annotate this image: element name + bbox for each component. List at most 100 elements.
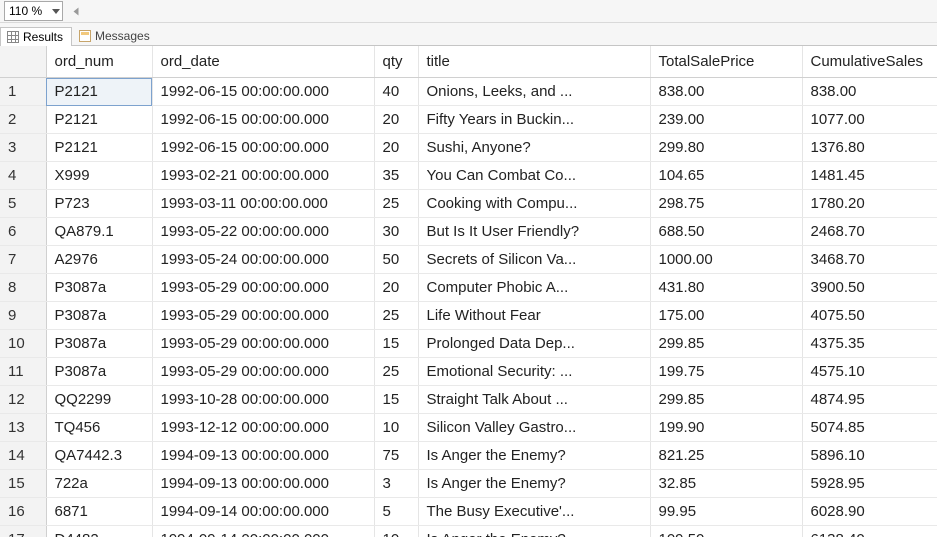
cell-cum[interactable]: 3468.70 xyxy=(802,246,937,274)
cell-cum[interactable]: 838.00 xyxy=(802,78,937,106)
cell-total[interactable]: 32.85 xyxy=(650,470,802,498)
cell-cum[interactable]: 3900.50 xyxy=(802,274,937,302)
cell-ord_date[interactable]: 1992-06-15 00:00:00.000 xyxy=(152,106,374,134)
cell-cum[interactable]: 6028.90 xyxy=(802,498,937,526)
table-row[interactable]: 11P3087a1993-05-29 00:00:00.00025Emotion… xyxy=(0,358,937,386)
cell-ord_num[interactable]: QQ2299 xyxy=(46,386,152,414)
table-row[interactable]: 12QQ22991993-10-28 00:00:00.00015Straigh… xyxy=(0,386,937,414)
table-row[interactable]: 13TQ4561993-12-12 00:00:00.00010Silicon … xyxy=(0,414,937,442)
rownum-cell[interactable]: 17 xyxy=(0,526,46,537)
cell-total[interactable]: 175.00 xyxy=(650,302,802,330)
cell-qty[interactable]: 25 xyxy=(374,358,418,386)
history-back-button[interactable] xyxy=(67,2,85,20)
rownum-cell[interactable]: 5 xyxy=(0,190,46,218)
cell-total[interactable]: 431.80 xyxy=(650,274,802,302)
cell-qty[interactable]: 15 xyxy=(374,330,418,358)
cell-ord_date[interactable]: 1994-09-13 00:00:00.000 xyxy=(152,442,374,470)
cell-ord_num[interactable]: P2121 xyxy=(46,134,152,162)
col-header-total[interactable]: TotalSalePrice xyxy=(650,46,802,78)
cell-cum[interactable]: 1780.20 xyxy=(802,190,937,218)
rownum-cell[interactable]: 15 xyxy=(0,470,46,498)
cell-ord_date[interactable]: 1993-05-24 00:00:00.000 xyxy=(152,246,374,274)
rownum-header[interactable] xyxy=(0,46,46,78)
cell-title[interactable]: Emotional Security: ... xyxy=(418,358,650,386)
cell-total[interactable]: 299.80 xyxy=(650,134,802,162)
cell-ord_date[interactable]: 1993-12-12 00:00:00.000 xyxy=(152,414,374,442)
cell-ord_num[interactable]: P2121 xyxy=(46,78,152,106)
rownum-cell[interactable]: 3 xyxy=(0,134,46,162)
cell-total[interactable]: 199.75 xyxy=(650,358,802,386)
rownum-cell[interactable]: 9 xyxy=(0,302,46,330)
cell-total[interactable]: 688.50 xyxy=(650,218,802,246)
col-header-title[interactable]: title xyxy=(418,46,650,78)
table-row[interactable]: 5P7231993-03-11 00:00:00.00025Cooking wi… xyxy=(0,190,937,218)
rownum-cell[interactable]: 8 xyxy=(0,274,46,302)
cell-total[interactable]: 298.75 xyxy=(650,190,802,218)
cell-title[interactable]: Life Without Fear xyxy=(418,302,650,330)
cell-ord_date[interactable]: 1992-06-15 00:00:00.000 xyxy=(152,78,374,106)
cell-title[interactable]: Computer Phobic A... xyxy=(418,274,650,302)
results-grid[interactable]: ord_num ord_date qty title TotalSalePric… xyxy=(0,46,937,537)
cell-ord_date[interactable]: 1993-02-21 00:00:00.000 xyxy=(152,162,374,190)
cell-qty[interactable]: 20 xyxy=(374,106,418,134)
cell-qty[interactable]: 40 xyxy=(374,78,418,106)
table-row[interactable]: 14QA7442.31994-09-13 00:00:00.00075Is An… xyxy=(0,442,937,470)
table-row[interactable]: 10P3087a1993-05-29 00:00:00.00015Prolong… xyxy=(0,330,937,358)
cell-cum[interactable]: 4575.10 xyxy=(802,358,937,386)
cell-qty[interactable]: 75 xyxy=(374,442,418,470)
cell-qty[interactable]: 25 xyxy=(374,302,418,330)
cell-ord_num[interactable]: QA879.1 xyxy=(46,218,152,246)
cell-cum[interactable]: 5896.10 xyxy=(802,442,937,470)
cell-ord_date[interactable]: 1992-06-15 00:00:00.000 xyxy=(152,134,374,162)
table-row[interactable]: 3P21211992-06-15 00:00:00.00020Sushi, An… xyxy=(0,134,937,162)
cell-cum[interactable]: 6138.40 xyxy=(802,526,937,537)
cell-qty[interactable]: 5 xyxy=(374,498,418,526)
cell-qty[interactable]: 30 xyxy=(374,218,418,246)
table-row[interactable]: 7A29761993-05-24 00:00:00.00050Secrets o… xyxy=(0,246,937,274)
cell-qty[interactable]: 20 xyxy=(374,274,418,302)
cell-ord_num[interactable]: X999 xyxy=(46,162,152,190)
col-header-qty[interactable]: qty xyxy=(374,46,418,78)
cell-title[interactable]: Is Anger the Enemy? xyxy=(418,442,650,470)
cell-qty[interactable]: 35 xyxy=(374,162,418,190)
rownum-cell[interactable]: 13 xyxy=(0,414,46,442)
cell-ord_date[interactable]: 1994-09-14 00:00:00.000 xyxy=(152,498,374,526)
cell-title[interactable]: Silicon Valley Gastro... xyxy=(418,414,650,442)
cell-title[interactable]: You Can Combat Co... xyxy=(418,162,650,190)
cell-title[interactable]: Straight Talk About ... xyxy=(418,386,650,414)
cell-ord_num[interactable]: QA7442.3 xyxy=(46,442,152,470)
rownum-cell[interactable]: 6 xyxy=(0,218,46,246)
rownum-cell[interactable]: 11 xyxy=(0,358,46,386)
col-header-cum[interactable]: CumulativeSales xyxy=(802,46,937,78)
zoom-select[interactable]: 110 % xyxy=(4,1,63,21)
cell-ord_date[interactable]: 1993-05-29 00:00:00.000 xyxy=(152,330,374,358)
table-row[interactable]: 1P21211992-06-15 00:00:00.00040Onions, L… xyxy=(0,78,937,106)
tab-results[interactable]: Results xyxy=(0,27,72,46)
cell-qty[interactable]: 20 xyxy=(374,134,418,162)
cell-ord_date[interactable]: 1993-05-29 00:00:00.000 xyxy=(152,358,374,386)
cell-title[interactable]: Is Anger the Enemy? xyxy=(418,526,650,537)
cell-ord_num[interactable]: P3087a xyxy=(46,358,152,386)
cell-ord_date[interactable]: 1993-10-28 00:00:00.000 xyxy=(152,386,374,414)
rownum-cell[interactable]: 14 xyxy=(0,442,46,470)
cell-title[interactable]: The Busy Executive'... xyxy=(418,498,650,526)
rownum-cell[interactable]: 2 xyxy=(0,106,46,134)
cell-ord_num[interactable]: P3087a xyxy=(46,274,152,302)
cell-title[interactable]: Cooking with Compu... xyxy=(418,190,650,218)
table-row[interactable]: 17D44821994-09-14 00:00:00.00010Is Anger… xyxy=(0,526,937,537)
cell-ord_num[interactable]: 6871 xyxy=(46,498,152,526)
cell-ord_num[interactable]: P3087a xyxy=(46,330,152,358)
cell-total[interactable]: 239.00 xyxy=(650,106,802,134)
cell-cum[interactable]: 4375.35 xyxy=(802,330,937,358)
cell-ord_date[interactable]: 1993-03-11 00:00:00.000 xyxy=(152,190,374,218)
cell-cum[interactable]: 1481.45 xyxy=(802,162,937,190)
table-row[interactable]: 15722a1994-09-13 00:00:00.0003Is Anger t… xyxy=(0,470,937,498)
cell-qty[interactable]: 25 xyxy=(374,190,418,218)
cell-title[interactable]: Is Anger the Enemy? xyxy=(418,470,650,498)
cell-ord_num[interactable]: P3087a xyxy=(46,302,152,330)
table-row[interactable]: 4X9991993-02-21 00:00:00.00035You Can Co… xyxy=(0,162,937,190)
cell-title[interactable]: But Is It User Friendly? xyxy=(418,218,650,246)
table-row[interactable]: 6QA879.11993-05-22 00:00:00.00030But Is … xyxy=(0,218,937,246)
cell-ord_date[interactable]: 1993-05-22 00:00:00.000 xyxy=(152,218,374,246)
cell-title[interactable]: Sushi, Anyone? xyxy=(418,134,650,162)
